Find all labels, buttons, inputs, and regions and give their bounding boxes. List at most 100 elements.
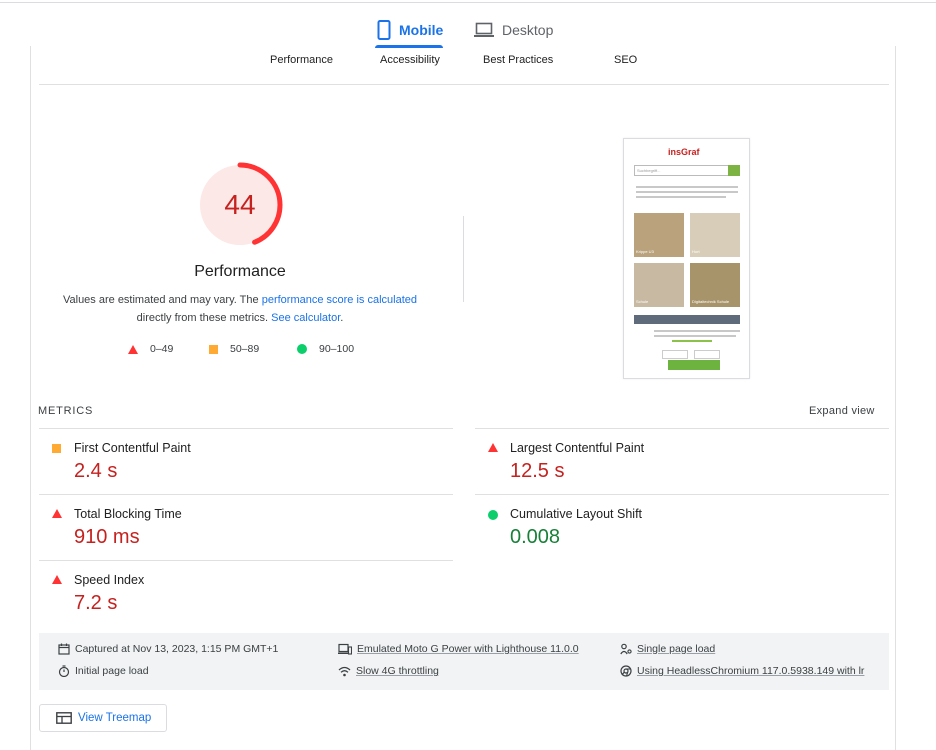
metric-value: 7.2 s (74, 592, 118, 614)
thumbnail-cookie-notice (628, 324, 747, 378)
info-initial-load: Initial page load (58, 665, 149, 677)
thumbnail-tile-label: Krippe U3 (636, 249, 654, 254)
timer-icon (58, 665, 70, 677)
circle-icon (297, 344, 307, 354)
info-single-load[interactable]: Single page load (620, 643, 715, 655)
info-initial-text: Initial page load (75, 665, 149, 677)
thumbnail-search-button (728, 165, 740, 176)
metric-divider (39, 494, 453, 495)
thumbnail-search: Suchbegriff... (634, 165, 730, 176)
metric-divider (39, 428, 453, 429)
thumbnail-banner (634, 315, 740, 324)
gauge-title: Performance (194, 263, 286, 280)
info-single-text[interactable]: Single page load (637, 643, 715, 655)
info-browser-text[interactable]: Using HeadlessChromium 117.0.5938.149 wi… (637, 665, 864, 677)
legend-average: 50–89 (209, 343, 259, 355)
triangle-icon (52, 575, 62, 584)
triangle-icon (52, 509, 62, 518)
tab-desktop-label: Desktop (502, 22, 554, 38)
thumbnail-tile: Krippe U3 (634, 213, 684, 257)
thumbnail-accept-button (668, 360, 720, 370)
desc-text-1: Values are estimated and may vary. The (62, 294, 262, 306)
report-card: Performance Accessibility Best Practices… (30, 46, 896, 750)
info-emulated-device[interactable]: Emulated Moto G Power with Lighthouse 11… (338, 643, 579, 655)
smartphone-icon (377, 20, 391, 40)
info-captured: Captured at Nov 13, 2023, 1:15 PM GMT+1 (58, 643, 278, 655)
see-calculator-link[interactable]: See calculator (271, 312, 340, 324)
triangle-icon (488, 443, 498, 452)
laptop-icon (474, 22, 494, 37)
thumbnail-text-line (654, 335, 736, 337)
thumbnail-logo: insGraf (668, 147, 700, 157)
legend-fail-label: 0–49 (150, 343, 174, 355)
legend-pass: 90–100 (297, 343, 354, 355)
square-icon (209, 344, 218, 354)
metric-divider (39, 560, 453, 561)
view-treemap-button[interactable]: View Treemap (39, 704, 167, 732)
tab-accessibility[interactable]: Accessibility (380, 54, 440, 66)
legend-average-label: 50–89 (230, 343, 260, 355)
wifi-icon (338, 666, 351, 676)
legend-fail: 0–49 (128, 343, 173, 355)
tab-performance[interactable]: Performance (270, 54, 333, 66)
treemap-icon (56, 712, 72, 724)
metric-divider (475, 428, 889, 429)
metric-value: 2.4 s (74, 460, 118, 482)
devices-icon (338, 643, 352, 655)
tab-mobile[interactable]: Mobile (375, 14, 444, 48)
thumbnail-tile: Schule (634, 263, 684, 307)
metric-value: 0.008 (510, 526, 561, 548)
tab-mobile-label: Mobile (399, 22, 444, 38)
person-icon (620, 643, 632, 655)
desc-text-2: directly from these metrics. (136, 312, 272, 324)
metric-title: Largest Contentful Paint (510, 441, 645, 455)
legend-pass-label: 90–100 (319, 343, 355, 355)
view-treemap-label: View Treemap (78, 712, 152, 724)
metric-title: Total Blocking Time (74, 507, 182, 521)
category-tabs: Performance Accessibility Best Practices… (31, 54, 897, 70)
circle-icon (488, 510, 498, 520)
calendar-icon (58, 643, 70, 655)
desc-text-end: . (340, 312, 344, 324)
metric-title: Cumulative Layout Shift (510, 507, 643, 521)
device-tabs: Mobile Desktop (0, 14, 936, 48)
gauge-description: Values are estimated and may vary. The p… (51, 291, 429, 327)
metric-title: Speed Index (74, 573, 145, 587)
tab-seo[interactable]: SEO (614, 54, 637, 66)
info-throttling[interactable]: Slow 4G throttling (338, 665, 439, 677)
top-border (0, 0, 936, 3)
metric-value: 910 ms (74, 526, 140, 548)
info-browser[interactable]: Using HeadlessChromium 117.0.5938.149 wi… (620, 665, 864, 677)
thumbnail-text-line (654, 330, 740, 332)
thumbnail-tile-label: Digitaltechnik Schule (692, 299, 730, 304)
score-calculated-link[interactable]: performance score is calculated (262, 294, 417, 306)
thumbnail-cookie-button (694, 350, 720, 359)
thumbnail-tile: Hort (690, 213, 740, 257)
triangle-icon (128, 344, 138, 354)
info-throttling-text[interactable]: Slow 4G throttling (356, 665, 439, 677)
category-divider (39, 84, 889, 85)
thumbnail-cookie-button (662, 350, 688, 359)
thumbnail-logo-text: insGraf (668, 147, 700, 157)
info-emulated-text[interactable]: Emulated Moto G Power with Lighthouse 11… (357, 643, 579, 655)
thumbnail-link-line (672, 340, 712, 342)
thumbnail-text-line (636, 191, 738, 193)
chrome-icon (620, 665, 632, 677)
metric-value: 12.5 s (510, 460, 565, 482)
thumbnail-tile-label: Hort (692, 249, 700, 254)
expand-view-button[interactable]: Expand view (809, 405, 875, 417)
thumbnail-text-line (636, 196, 726, 198)
runtime-info: Captured at Nov 13, 2023, 1:15 PM GMT+1 … (39, 633, 889, 690)
metric-divider (475, 494, 889, 495)
info-captured-text: Captured at Nov 13, 2023, 1:15 PM GMT+1 (75, 643, 279, 655)
thumbnail-tile: Digitaltechnik Schule (690, 263, 740, 307)
vertical-divider (463, 216, 464, 302)
final-screenshot[interactable]: insGraf Suchbegriff... Krippe U3 Hort Sc… (623, 138, 750, 379)
thumbnail-tile-label: Schule (636, 299, 649, 304)
thumbnail-text-line (636, 186, 738, 188)
square-icon (52, 444, 61, 453)
tab-best-practices[interactable]: Best Practices (483, 54, 553, 66)
tab-desktop[interactable]: Desktop (474, 14, 553, 46)
metrics-heading: METRICS (38, 405, 94, 417)
performance-score: 44 (224, 189, 256, 220)
